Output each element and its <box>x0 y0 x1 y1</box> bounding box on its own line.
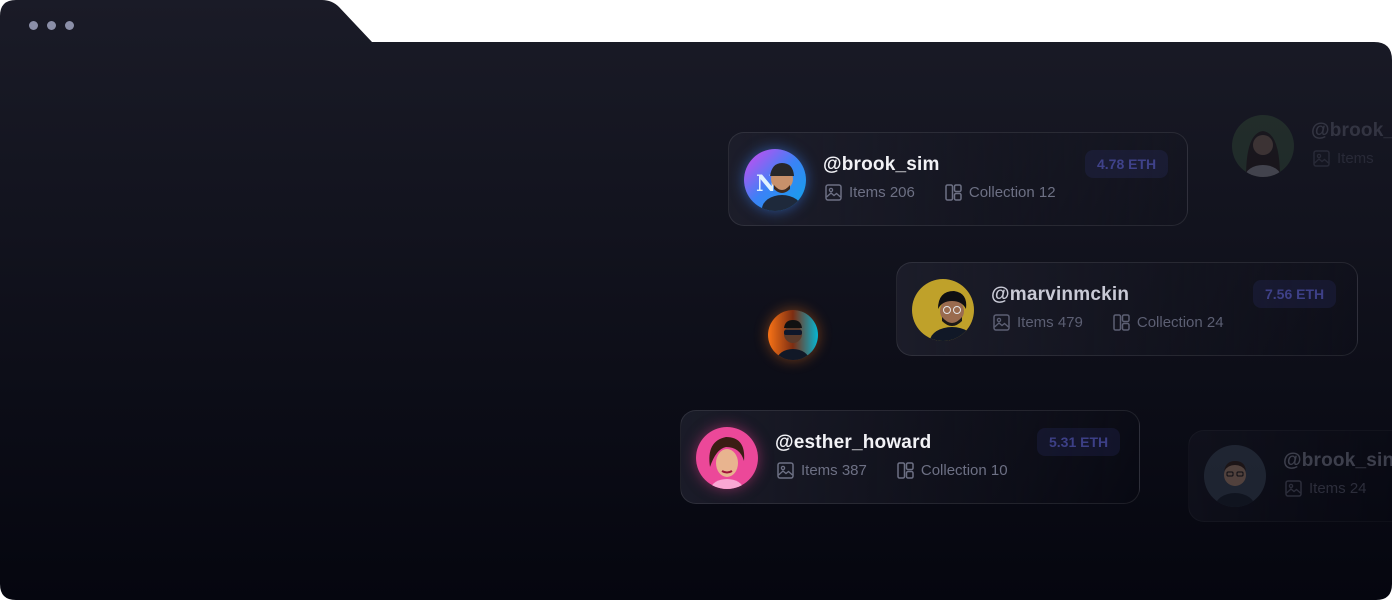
image-icon <box>825 184 842 201</box>
price-badge: 5.31 ETH <box>1037 428 1121 456</box>
creator-stats: Items 206 Collection 12 <box>825 184 1056 201</box>
avatar-man-neon-city-icon[interactable] <box>768 310 818 360</box>
window-controls[interactable] <box>29 21 74 30</box>
image-icon <box>1313 150 1330 167</box>
collection-icon <box>945 184 962 201</box>
ghost-handle-top: @brook_ <box>1311 120 1392 141</box>
ghost-items-top: Items <box>1337 150 1374 167</box>
image-icon <box>1285 480 1302 497</box>
window-dot-3[interactable] <box>65 21 74 30</box>
price-badge: 7.56 ETH <box>1253 280 1337 308</box>
items-count: Items 387 <box>801 462 867 479</box>
creator-stats: Items 387 Collection 10 <box>777 462 1008 479</box>
avatar-man-glasses-icon <box>1204 445 1266 507</box>
collection-count: Collection 24 <box>1136 314 1224 331</box>
creator-handle[interactable]: @brook_sim <box>823 154 940 176</box>
image-icon <box>777 462 794 479</box>
price-badge: 4.78 ETH <box>1085 150 1169 178</box>
window-dot-1[interactable] <box>29 21 38 30</box>
collection-count: Collection 12 <box>968 184 1056 201</box>
image-icon <box>993 314 1010 331</box>
avatar-man-yellow-bg-icon <box>912 279 974 341</box>
avatar-man-beanie-neon-icon: N <box>744 149 806 211</box>
items-count: Items 206 <box>849 184 915 201</box>
ghost-stats-bottom: Items 24 <box>1285 480 1367 497</box>
collection-icon <box>1113 314 1130 331</box>
ghost-handle-bottom: @brook_sin <box>1283 450 1392 471</box>
app-window: 4.78 ETH N @brook_sim Items 206 Collecti… <box>0 0 1392 600</box>
avatar-woman-green-icon <box>1232 115 1294 177</box>
creator-stats: Items 479 Collection 24 <box>993 314 1224 331</box>
creator-handle[interactable]: @esther_howard <box>775 432 931 454</box>
window-dot-2[interactable] <box>47 21 56 30</box>
collection-icon <box>897 462 914 479</box>
avatar-woman-pink-bg-icon <box>696 427 758 489</box>
ghost-stats-top: Items <box>1313 150 1374 167</box>
ghost-items-bottom: Items 24 <box>1309 480 1367 497</box>
creator-handle[interactable]: @marvinmckin <box>991 284 1129 306</box>
items-count: Items 479 <box>1017 314 1083 331</box>
collection-count: Collection 10 <box>920 462 1008 479</box>
